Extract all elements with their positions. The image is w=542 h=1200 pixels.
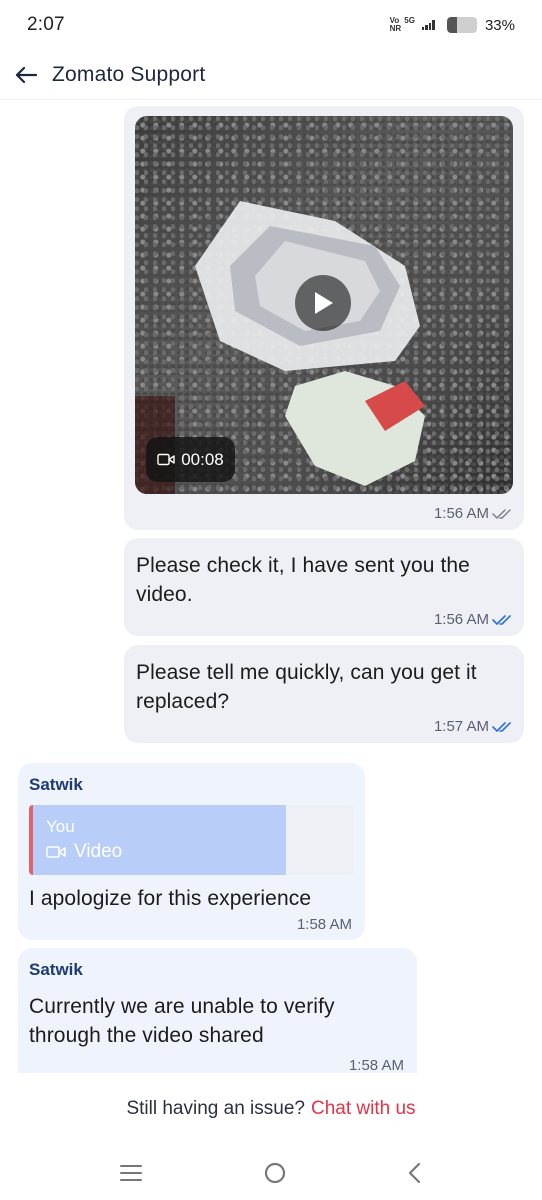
network-type-label: 5G — [404, 16, 415, 25]
back-icon[interactable] — [408, 1162, 422, 1184]
signal-icon — [421, 20, 435, 30]
quote-author: You — [46, 817, 75, 836]
status-bar: 2:07 Vo 5G NR 33% — [0, 0, 542, 50]
message-time: 1:57 AM — [433, 718, 489, 735]
video-camera-icon — [46, 846, 66, 858]
quoted-message[interactable]: You Video — [29, 805, 354, 875]
message-text: Please tell me quickly, can you get it r… — [136, 661, 477, 713]
double-check-icon — [492, 614, 511, 625]
page-title: Zomato Support — [52, 62, 206, 86]
home-icon[interactable] — [263, 1161, 287, 1185]
chat-with-us-link[interactable]: Chat with us — [311, 1098, 416, 1120]
message-time: 1:58 AM — [296, 916, 352, 933]
video-message: 00:08 1:56 AM — [124, 106, 524, 530]
nr-label: NR — [389, 24, 402, 33]
status-time: 2:07 — [27, 14, 65, 35]
play-button[interactable] — [295, 275, 351, 331]
menu-icon[interactable] — [120, 1164, 143, 1182]
incoming-message: Satwik You Video I apologize for this ex… — [18, 763, 365, 940]
double-check-icon — [492, 508, 511, 519]
message-text: Currently we are unable to verify throug… — [29, 995, 335, 1047]
quote-content: Video — [46, 841, 286, 863]
battery-percent: 33% — [484, 16, 515, 34]
system-navbar — [0, 1145, 542, 1200]
double-check-icon — [492, 721, 511, 732]
message-meta: 1:56 AM — [434, 505, 512, 522]
outgoing-message: Please tell me quickly, can you get it r… — [124, 645, 524, 743]
outgoing-message: Please check it, I have sent you the vid… — [124, 538, 524, 636]
message-text: I apologize for this experience — [29, 887, 312, 910]
quote-type: Video — [74, 841, 123, 862]
battery-icon — [446, 17, 477, 33]
chat-header: Zomato Support — [0, 50, 542, 100]
sender-name: Satwik — [29, 775, 83, 794]
message-time: 1:56 AM — [433, 611, 489, 628]
message-meta: 1:57 AM — [434, 718, 512, 735]
arrow-left-icon[interactable] — [14, 63, 38, 87]
message-meta: 1:58 AM — [349, 1057, 404, 1073]
play-icon — [315, 292, 333, 314]
chat-thread[interactable]: 00:08 1:56 AM Please check it, I have se… — [0, 101, 542, 1073]
video-duration: 00:08 — [181, 449, 224, 469]
video-thumbnail[interactable]: 00:08 — [135, 116, 513, 494]
footer-prompt: Still having an issue? — [126, 1098, 305, 1119]
video-duration-badge: 00:08 — [146, 437, 235, 482]
message-meta: 1:56 AM — [434, 611, 512, 628]
incoming-message: Satwik Currently we are unable to verify… — [18, 948, 417, 1073]
network-indicator: Vo 5G NR — [390, 17, 415, 33]
status-indicators: Vo 5G NR 33% — [390, 17, 515, 34]
support-footer: Still having an issue? Chat with us — [0, 1073, 542, 1145]
sender-name: Satwik — [29, 960, 83, 979]
video-camera-icon — [157, 453, 175, 466]
message-time: 1:58 AM — [348, 1057, 404, 1073]
message-meta: 1:58 AM — [297, 916, 352, 933]
message-time: 1:56 AM — [433, 505, 489, 522]
message-text: Please check it, I have sent you the vid… — [136, 554, 470, 606]
